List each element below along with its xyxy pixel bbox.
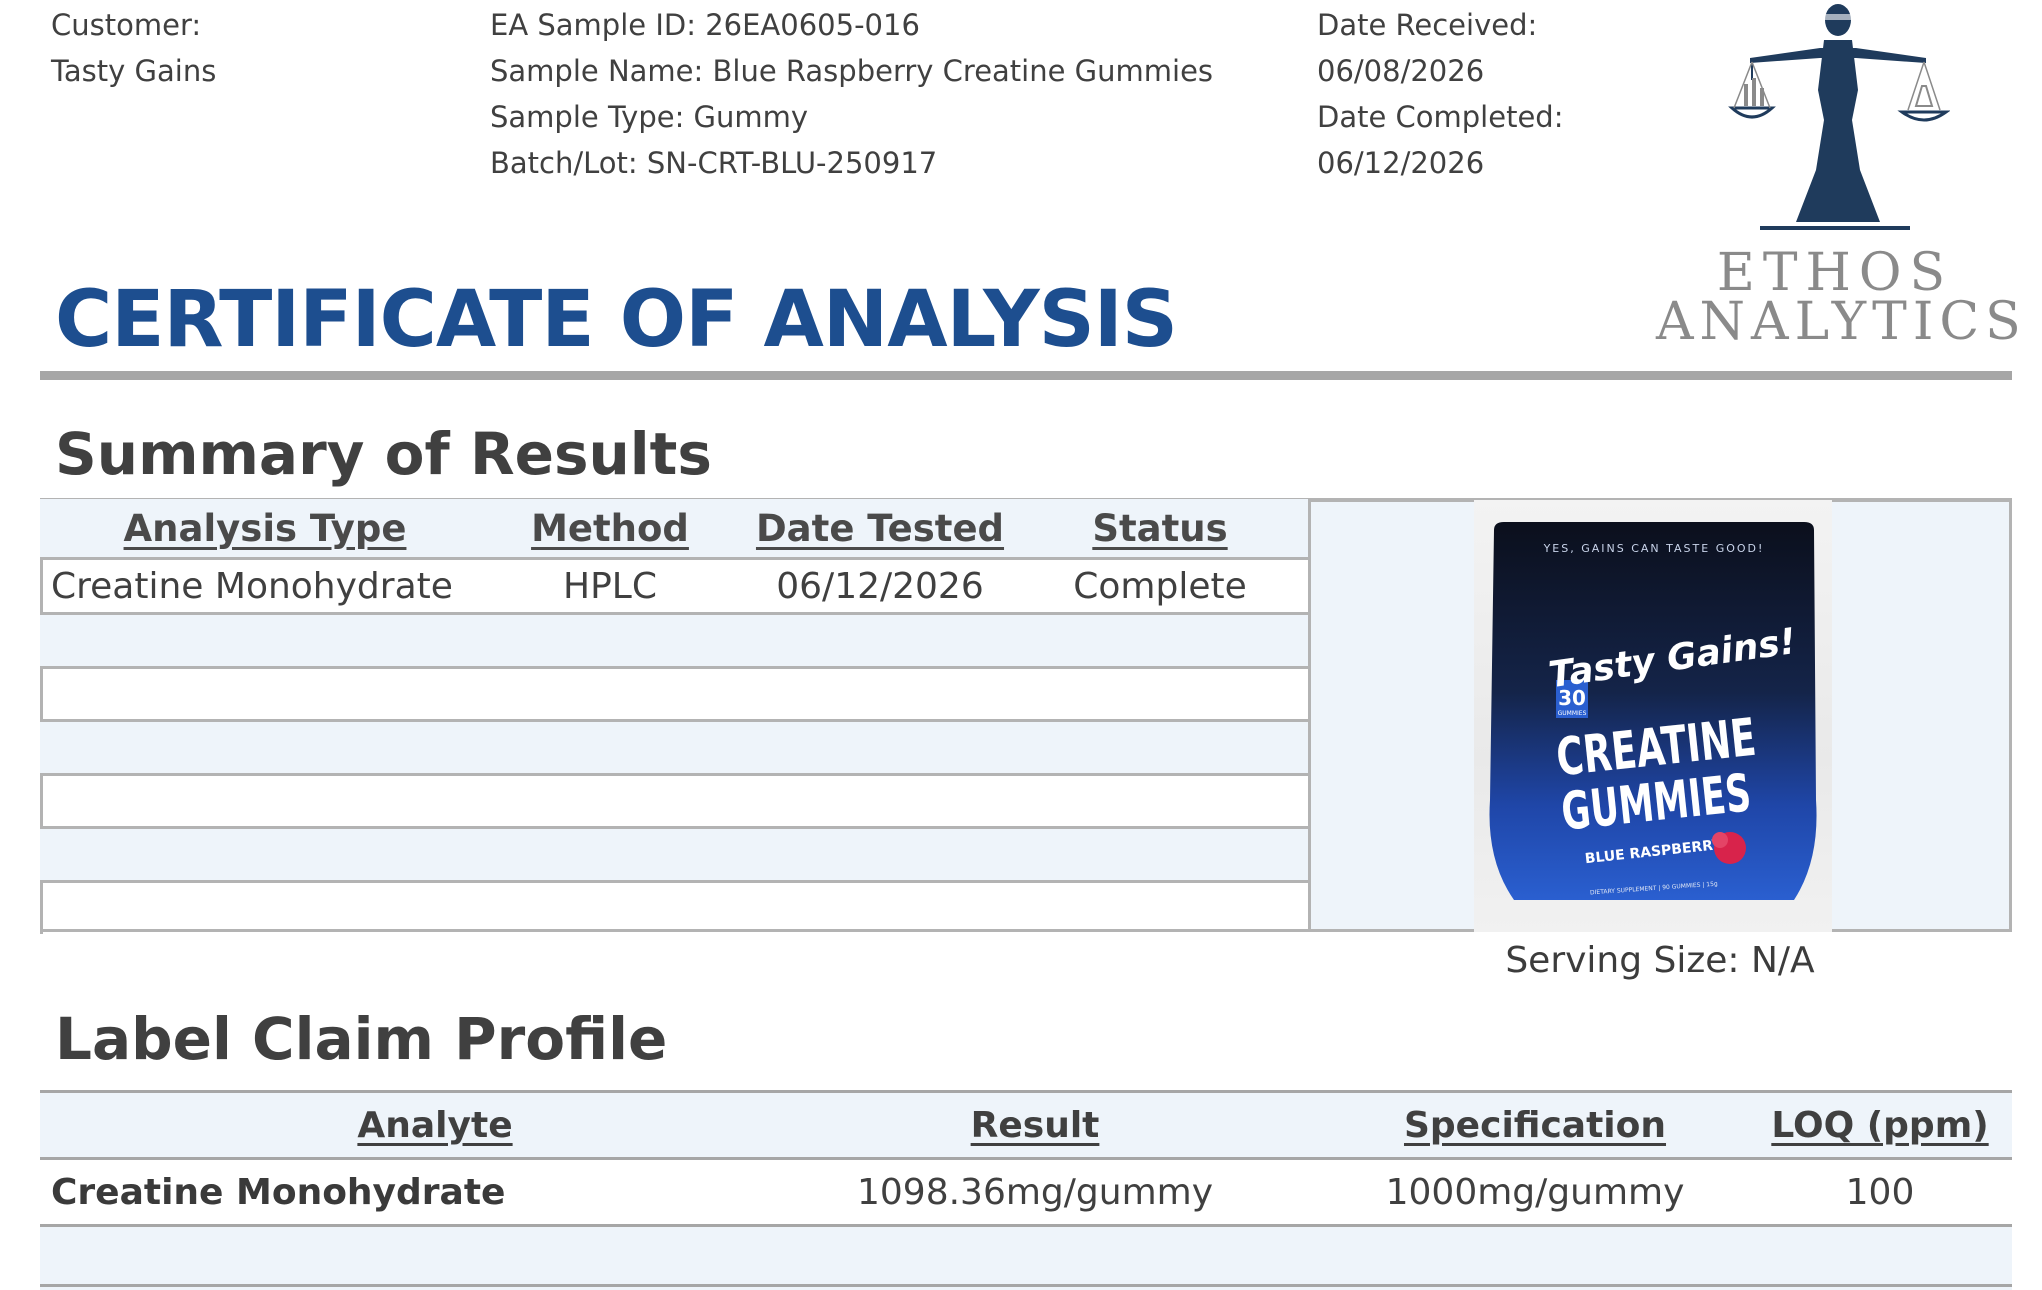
batch-lot: Batch/Lot: SN-CRT-BLU-250917: [490, 146, 938, 180]
date-completed-label: Date Completed:: [1317, 100, 1564, 134]
customer-label: Customer:: [51, 8, 202, 42]
table-row-empty: [40, 883, 1308, 932]
label-claim-heading: Label Claim Profile: [55, 1005, 668, 1073]
table-row-empty: [40, 776, 1308, 829]
col-status: Status: [1092, 506, 1228, 550]
table-row-empty: [40, 1227, 2012, 1290]
product-photo: YES, GAINS CAN TASTE GOOD! 30 GUMMIES Ta…: [1474, 500, 1832, 932]
lady-justice-icon: [1720, 0, 1951, 240]
page-title: CERTIFICATE OF ANALYSIS: [55, 275, 1178, 365]
table-row-empty: [40, 669, 1308, 722]
row-analyte: Creatine Monohydrate: [51, 1171, 506, 1213]
bag-tagline: YES, GAINS CAN TASTE GOOD!: [1543, 542, 1765, 555]
date-received-value: 06/08/2026: [1317, 54, 1485, 88]
title-divider: [40, 371, 2012, 380]
row-method: HPLC: [563, 565, 657, 607]
sample-type: Sample Type: Gummy: [490, 100, 809, 134]
logo-line2: ANALYTICS: [1656, 292, 2027, 352]
summary-heading: Summary of Results: [55, 420, 712, 488]
col-analyte: Analyte: [357, 1104, 513, 1146]
bag-count-sub: GUMMIES: [1558, 710, 1587, 717]
table-row: Creatine Monohydrate 1098.36mg/gummy 100…: [40, 1160, 2012, 1224]
label-claim-header-row: Analyte Result Specification LOQ (ppm): [40, 1093, 2012, 1157]
table-row-empty: [40, 829, 1308, 883]
col-method: Method: [531, 506, 689, 550]
table-row: Creatine Monohydrate HPLC 06/12/2026 Com…: [40, 560, 1308, 615]
sample-name: Sample Name: Blue Raspberry Creatine Gum…: [490, 54, 1214, 88]
col-analysis-type: Analysis Type: [123, 506, 407, 550]
col-result: Result: [970, 1104, 1100, 1146]
summary-header-row: Analysis Type Method Date Tested Status: [40, 499, 1308, 560]
table-row-empty: [40, 615, 1308, 669]
row-date-tested: 06/12/2026: [776, 565, 984, 607]
col-loq: LOQ (ppm): [1771, 1104, 1989, 1146]
sample-id: EA Sample ID: 26EA0605-016: [490, 8, 920, 42]
date-completed-value: 06/12/2026: [1317, 146, 1485, 180]
summary-table: Analysis Type Method Date Tested Status …: [40, 499, 1308, 932]
col-specification: Specification: [1403, 1104, 1667, 1146]
customer-value: Tasty Gains: [51, 54, 217, 88]
row-status: Complete: [1073, 565, 1247, 607]
row-specification: 1000mg/gummy: [1385, 1171, 1685, 1213]
row-result: 1098.36mg/gummy: [856, 1171, 1214, 1213]
serving-size: Serving Size: N/A: [1505, 940, 1815, 981]
table-row-empty: [40, 722, 1308, 776]
row-analysis-type: Creatine Monohydrate: [51, 565, 453, 607]
row-loq: 100: [1845, 1171, 1915, 1213]
date-received-label: Date Received:: [1317, 8, 1538, 42]
col-date-tested: Date Tested: [755, 506, 1005, 550]
